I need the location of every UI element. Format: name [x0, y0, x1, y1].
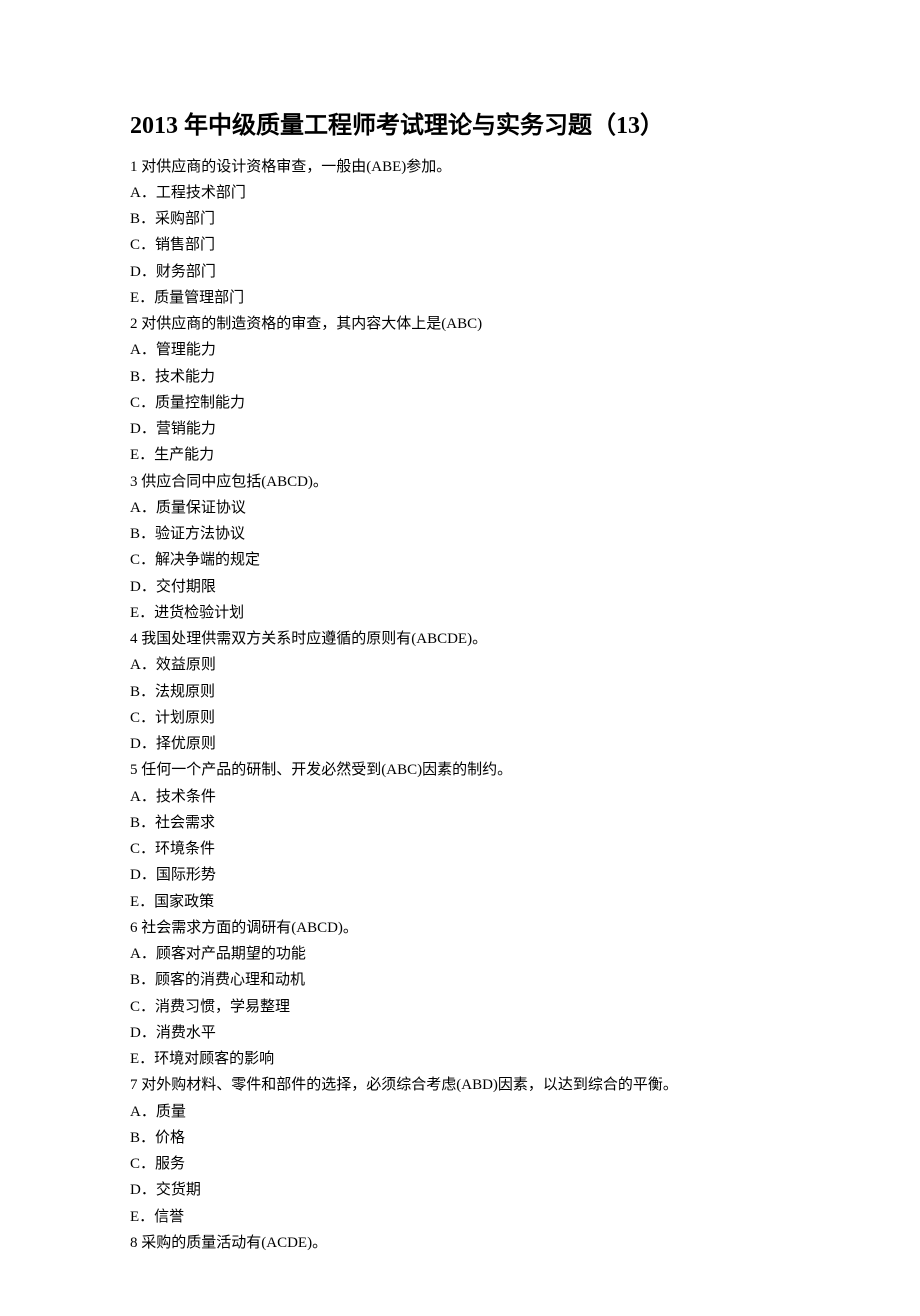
question-stem: 6 社会需求方面的调研有(ABCD)。: [130, 915, 790, 941]
question-option: C．解决争端的规定: [130, 547, 790, 573]
question-option: D．交货期: [130, 1177, 790, 1203]
question-option: D．国际形势: [130, 862, 790, 888]
question-stem: 7 对外购材料、零件和部件的选择，必须综合考虑(ABD)因素，以达到综合的平衡。: [130, 1072, 790, 1098]
question-option: A．工程技术部门: [130, 180, 790, 206]
question-option: D．消费水平: [130, 1020, 790, 1046]
question-option: B．价格: [130, 1125, 790, 1151]
question-option: E．质量管理部门: [130, 285, 790, 311]
question-option: E．进货检验计划: [130, 600, 790, 626]
page-title: 2013 年中级质量工程师考试理论与实务习题（13）: [130, 110, 790, 144]
question-option: D．交付期限: [130, 574, 790, 600]
question-option: A．技术条件: [130, 784, 790, 810]
question-option: C．服务: [130, 1151, 790, 1177]
question-option: C．计划原则: [130, 705, 790, 731]
question-option: A．顾客对产品期望的功能: [130, 941, 790, 967]
question-option: A．管理能力: [130, 337, 790, 363]
question-option: E．环境对顾客的影响: [130, 1046, 790, 1072]
question-stem: 8 采购的质量活动有(ACDE)。: [130, 1230, 790, 1256]
question-option: E．信誉: [130, 1204, 790, 1230]
question-stem: 4 我国处理供需双方关系时应遵循的原则有(ABCDE)。: [130, 626, 790, 652]
question-option: A．质量保证协议: [130, 495, 790, 521]
question-option: A．效益原则: [130, 652, 790, 678]
question-option: B．社会需求: [130, 810, 790, 836]
question-option: C．环境条件: [130, 836, 790, 862]
question-stem: 3 供应合同中应包括(ABCD)。: [130, 469, 790, 495]
question-option: E．生产能力: [130, 442, 790, 468]
question-option: C．销售部门: [130, 232, 790, 258]
question-option: B．顾客的消费心理和动机: [130, 967, 790, 993]
question-stem: 1 对供应商的设计资格审查，一般由(ABE)参加。: [130, 154, 790, 180]
question-option: B．技术能力: [130, 364, 790, 390]
question-stem: 2 对供应商的制造资格的审查，其内容大体上是(ABC): [130, 311, 790, 337]
question-option: D．财务部门: [130, 259, 790, 285]
question-option: C．消费习惯，学易整理: [130, 994, 790, 1020]
question-option: A．质量: [130, 1099, 790, 1125]
question-option: E．国家政策: [130, 889, 790, 915]
question-option: C．质量控制能力: [130, 390, 790, 416]
question-stem: 5 任何一个产品的研制、开发必然受到(ABC)因素的制约。: [130, 757, 790, 783]
question-option: D．择优原则: [130, 731, 790, 757]
question-option: B．法规原则: [130, 679, 790, 705]
question-option: B．采购部门: [130, 206, 790, 232]
question-option: B．验证方法协议: [130, 521, 790, 547]
question-option: D．营销能力: [130, 416, 790, 442]
